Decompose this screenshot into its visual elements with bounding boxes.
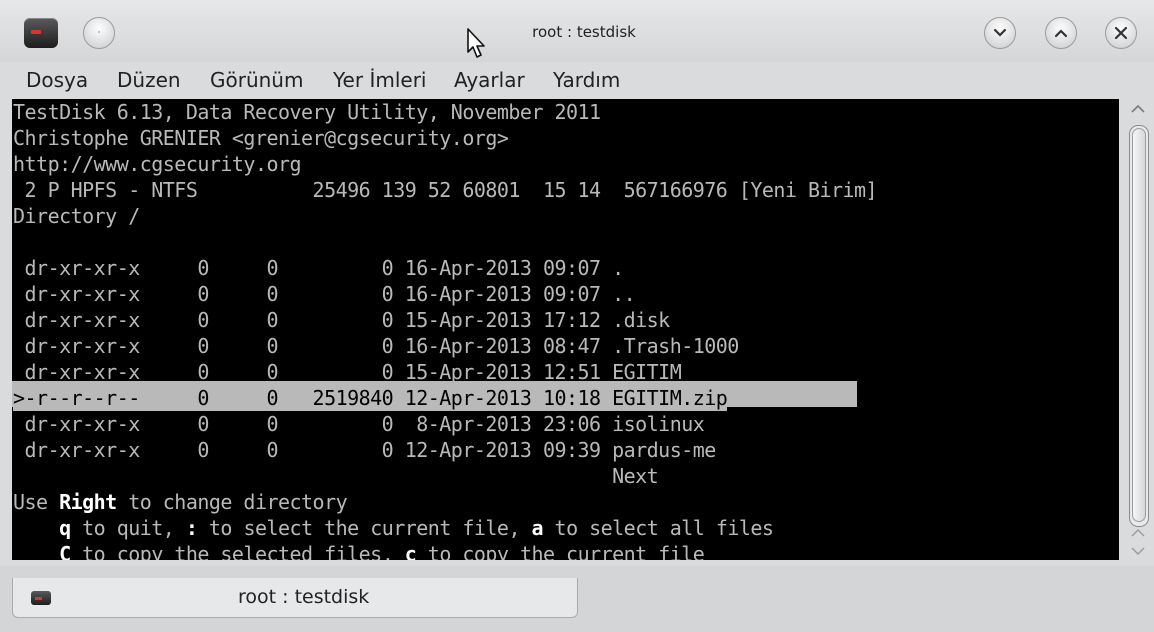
menu-yer-imleri[interactable]: Yer İmleri [333, 68, 426, 92]
help-line-1: Use Right to change directory [13, 489, 348, 515]
file-row[interactable]: dr-xr-xr-x 0 0 0 15-Apr-2013 12:51 EGITI… [13, 359, 682, 385]
maximize-button[interactable] [1045, 17, 1077, 49]
file-row-selected[interactable]: >-r--r--r-- 0 0 2519840 12-Apr-2013 10:1… [13, 385, 728, 411]
help-key-a: a [531, 516, 544, 540]
terminal-screen[interactable]: TestDisk 6.13, Data Recovery Utility, No… [12, 99, 1119, 560]
file-row[interactable]: dr-xr-xr-x 0 0 0 16-Apr-2013 09:07 . [13, 255, 625, 281]
help-text: to copy the selected files, [70, 542, 405, 560]
close-icon [1114, 26, 1128, 40]
help-text: to change directory [116, 490, 348, 514]
help-text: to copy the current file [416, 542, 705, 560]
close-button[interactable] [1105, 17, 1137, 49]
terminal-line-author: Christophe GRENIER <grenier@cgsecurity.o… [13, 126, 509, 150]
help-text: to select all files [543, 516, 774, 540]
scroll-down-icon[interactable] [1130, 545, 1146, 557]
mouse-cursor-icon [467, 28, 485, 58]
menu-gorunum[interactable]: Görünüm [210, 68, 303, 92]
help-key-colon: : [185, 516, 198, 540]
help-key-C: C [59, 542, 71, 560]
window-title: root : testdisk [532, 23, 636, 41]
menu-ayarlar[interactable]: Ayarlar [454, 68, 525, 92]
help-line-3: C to copy the selected files, c to copy … [13, 541, 705, 560]
help-key-q: q [59, 516, 71, 540]
next-page-indicator[interactable]: Next [13, 463, 659, 489]
help-text: Use [13, 490, 60, 514]
terminal-tab-icon [31, 591, 51, 605]
minimize-button[interactable] [984, 17, 1016, 49]
vertical-scrollbar[interactable] [1124, 99, 1154, 574]
help-key-right: Right [59, 490, 117, 514]
help-text [13, 516, 59, 540]
terminal-line-url: http://www.cgsecurity.org [13, 152, 302, 176]
help-text: to quit, [70, 516, 186, 540]
file-row[interactable]: dr-xr-xr-x 0 0 0 16-Apr-2013 08:47 .Tras… [13, 333, 740, 359]
tab-label: root : testdisk [238, 586, 370, 608]
scroll-track[interactable] [1129, 125, 1149, 527]
file-row[interactable]: dr-xr-xr-x 0 0 0 15-Apr-2013 17:12 .disk [13, 307, 671, 333]
terminal-line-header: TestDisk 6.13, Data Recovery Utility, No… [13, 100, 601, 124]
help-key-c: c [404, 542, 417, 560]
terminal-line-directory: Directory / [13, 204, 140, 228]
chevron-up-icon [1054, 29, 1068, 38]
file-row[interactable]: dr-xr-xr-x 0 0 0 16-Apr-2013 09:07 .. [13, 281, 636, 307]
menu-bar: Dosya Düzen Görünüm Yer İmleri Ayarlar Y… [0, 62, 1154, 98]
title-bar: · root : testdisk [0, 0, 1154, 62]
tab-bar: root : testdisk [0, 566, 1154, 632]
tab-root-testdisk[interactable]: root : testdisk [12, 578, 578, 618]
menu-yardim[interactable]: Yardım [553, 68, 620, 92]
help-line-2: q to quit, : to select the current file,… [13, 515, 774, 541]
file-row[interactable]: dr-xr-xr-x 0 0 0 12-Apr-2013 09:39 pardu… [13, 437, 717, 463]
scroll-up-small-icon[interactable] [1130, 527, 1146, 539]
scroll-thumb[interactable] [1132, 128, 1146, 522]
help-text [13, 542, 59, 560]
menu-duzen[interactable]: Düzen [117, 68, 181, 92]
terminal-line-partition: 2 P HPFS - NTFS 25496 139 52 60801 15 14… [13, 178, 878, 202]
help-text: to select the current file, [197, 516, 532, 540]
scroll-up-icon[interactable] [1130, 103, 1146, 115]
menu-dosya[interactable]: Dosya [26, 68, 88, 92]
chevron-down-icon [993, 28, 1007, 37]
file-row[interactable]: dr-xr-xr-x 0 0 0 8-Apr-2013 23:06 isolin… [13, 411, 705, 437]
